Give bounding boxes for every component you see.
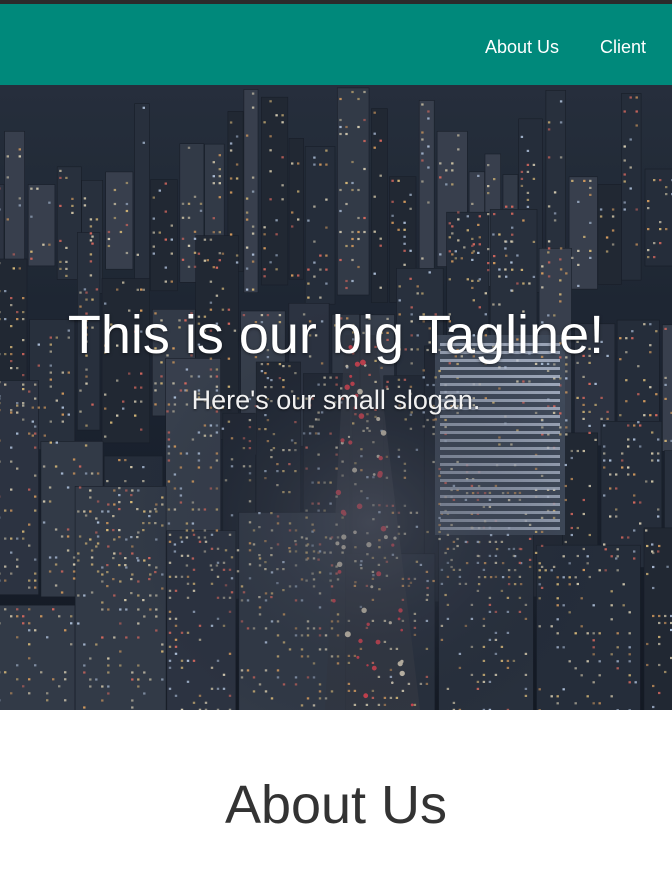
hero-banner: This is our big Tagline! Here's our smal… [0, 85, 672, 710]
nav-link-about-us[interactable]: About Us [485, 37, 559, 57]
navbar: About Us Client [0, 4, 672, 85]
hero-tagline: This is our big Tagline! [67, 305, 605, 365]
hero-slogan: Here's our small slogan. [191, 385, 481, 415]
about-us-heading: About Us [224, 775, 448, 835]
nav-link-client[interactable]: Client [600, 37, 646, 57]
